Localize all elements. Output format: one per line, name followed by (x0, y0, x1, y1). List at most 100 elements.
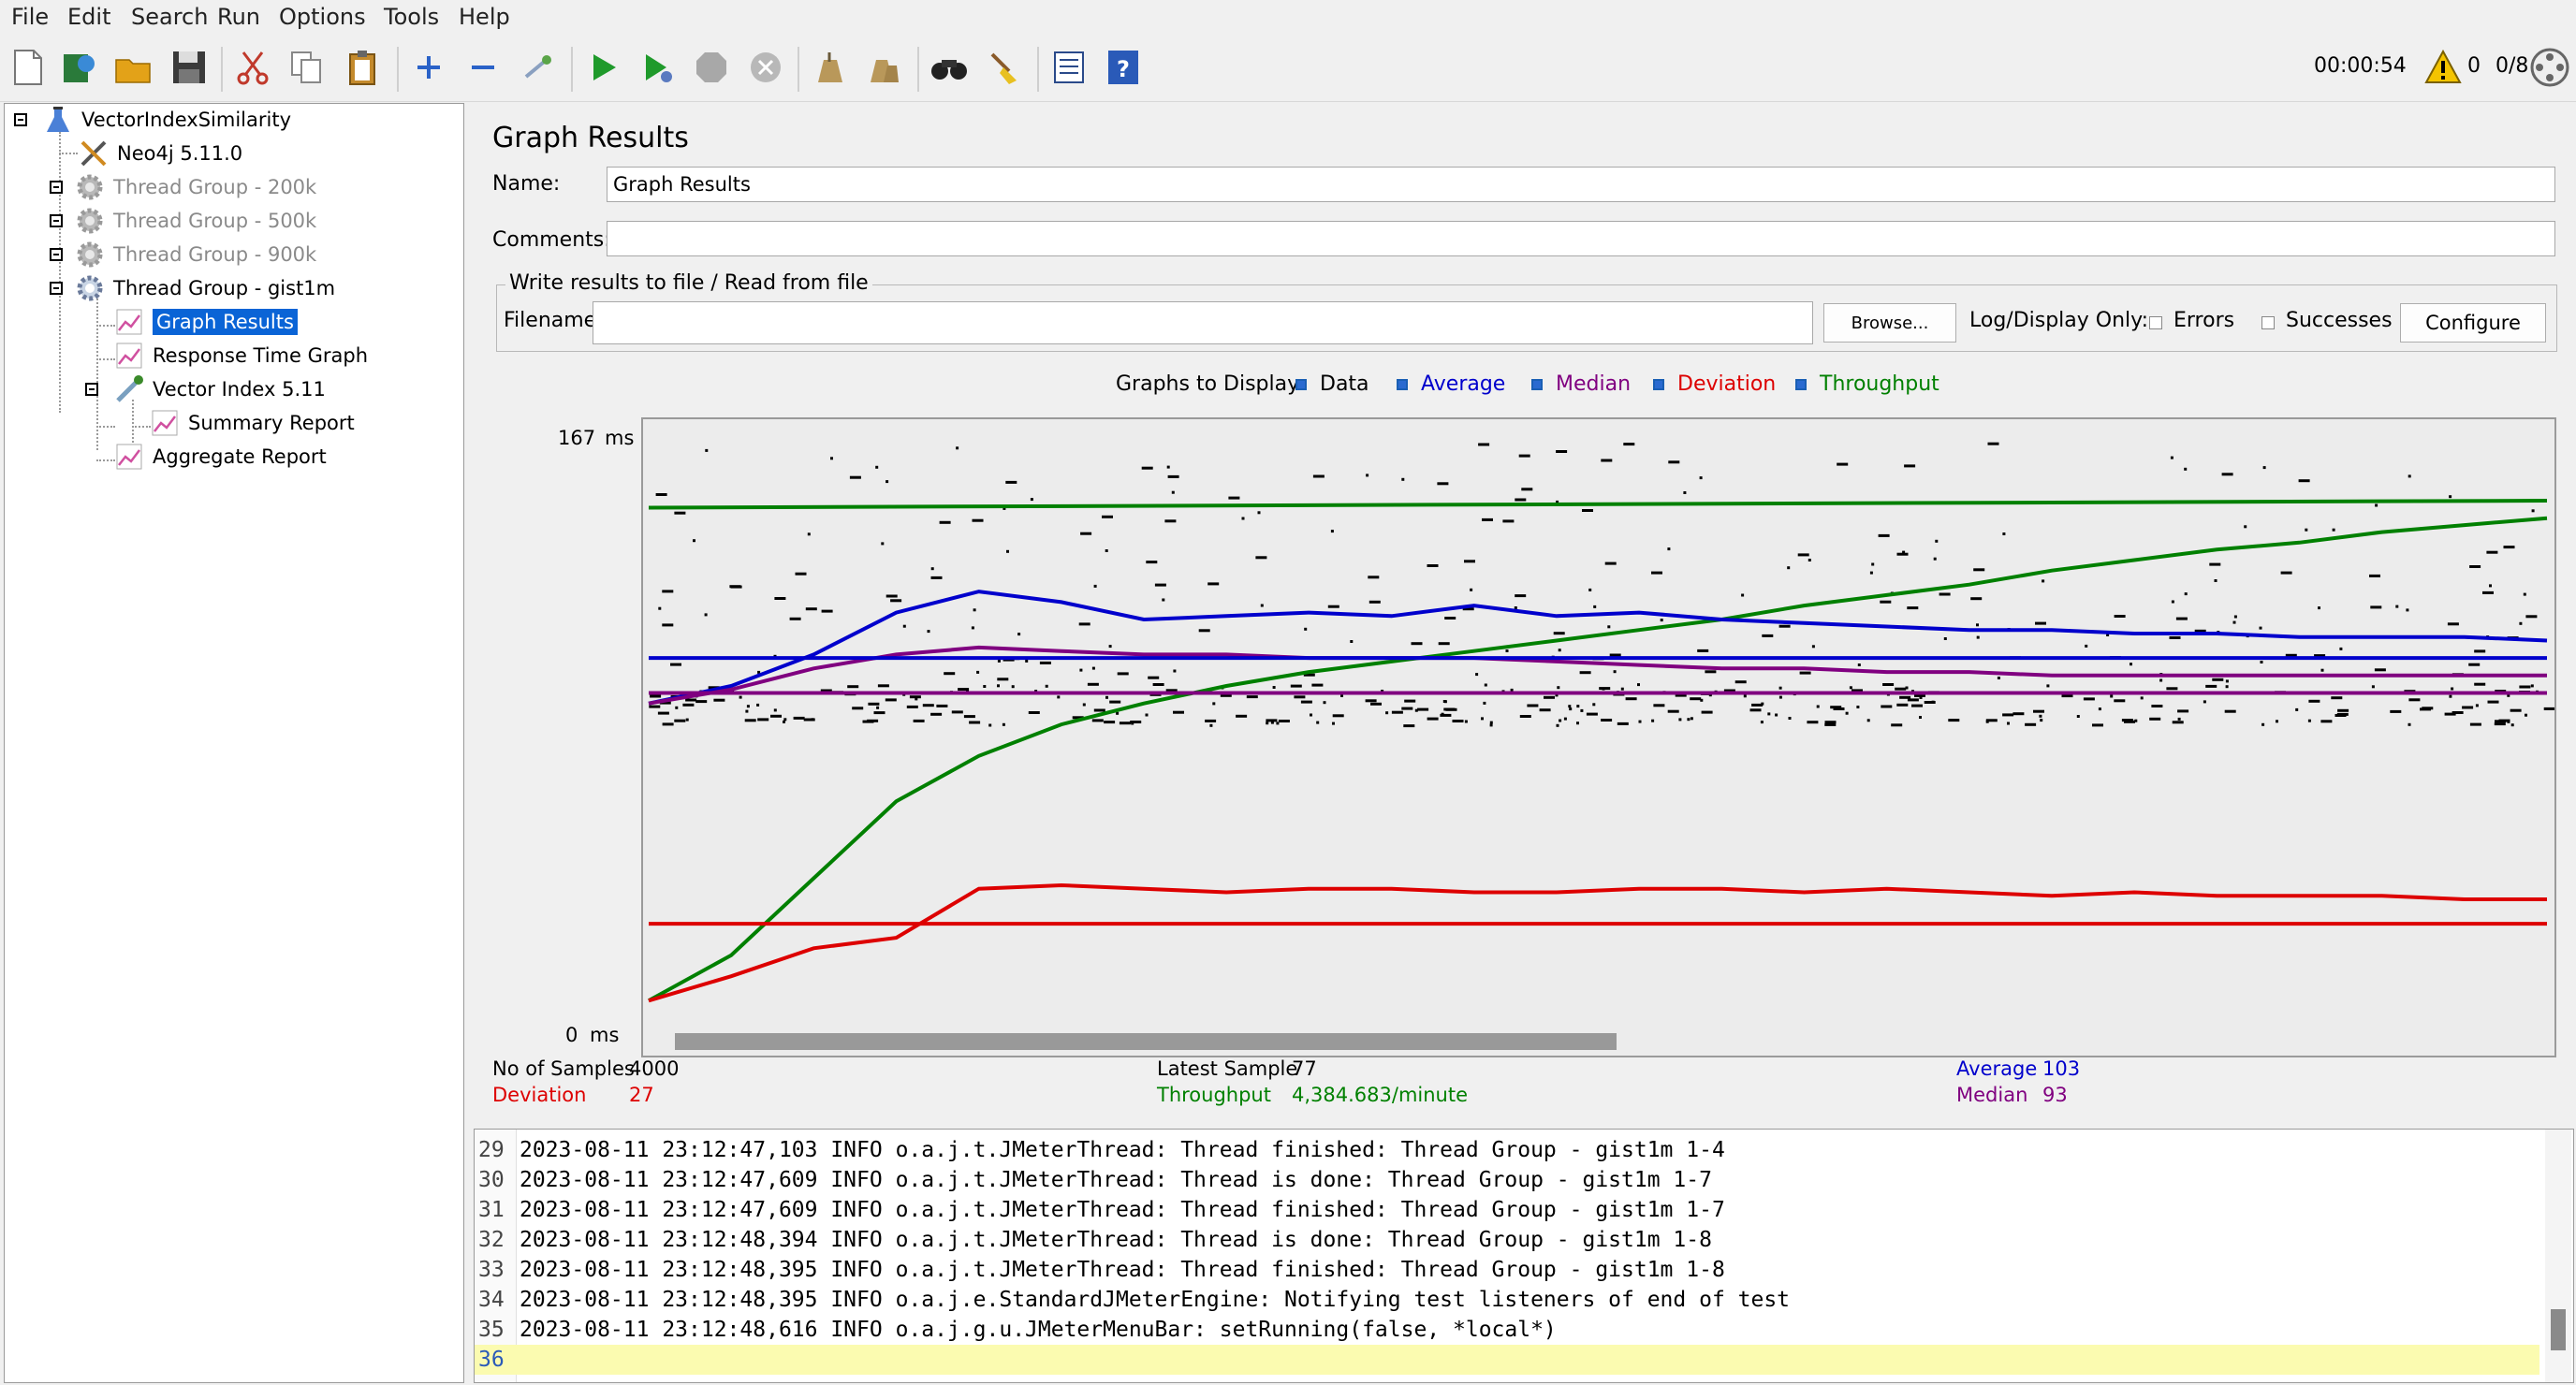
data-sample-point (1310, 713, 1312, 717)
data-sample-point (847, 685, 859, 689)
data-sample-point (973, 608, 976, 612)
data-sample-point (1370, 702, 1382, 706)
help-icon[interactable]: ? (1103, 47, 1144, 88)
tree-item-aggregate-report[interactable]: Aggregate Report (113, 441, 327, 473)
save-icon[interactable] (168, 47, 210, 88)
data-sample-point (2332, 528, 2335, 532)
data-sample-point (1919, 716, 1922, 719)
clear-icon[interactable] (809, 47, 850, 88)
data-sample-point (2203, 700, 2206, 704)
data-sample-point (1093, 584, 1097, 588)
menu-help[interactable]: Help (459, 4, 510, 30)
log-scrollbar-thumb[interactable] (2551, 1309, 2566, 1350)
tree-item-thread-group-200k[interactable]: Thread Group - 200k (74, 171, 316, 203)
data-sample-point (1907, 698, 1919, 702)
graph-scrollbar-thumb[interactable] (675, 1033, 1617, 1050)
open-folder-icon[interactable] (112, 47, 154, 88)
configure-button[interactable]: Configure (2400, 303, 2546, 343)
data-sample-point (1401, 707, 1413, 710)
tree-item-label: Summary Report (188, 412, 355, 434)
data-sample-point (1787, 566, 1791, 570)
data-sample-point (2221, 473, 2233, 476)
browse-button[interactable]: Browse... (1823, 303, 1956, 343)
data-sample-point (674, 511, 686, 515)
tree-item-vector-index[interactable]: Vector Index 5.11 (113, 373, 326, 405)
new-icon[interactable] (7, 47, 49, 88)
legend-throughput-checkbox[interactable]: Throughput (1795, 372, 1939, 396)
name-input[interactable] (607, 167, 2555, 202)
data-sample-point (1427, 564, 1439, 567)
data-sample-point (1973, 568, 1985, 572)
tree-item-response-time-graph[interactable]: Response Time Graph (113, 340, 368, 372)
paste-icon[interactable] (343, 47, 384, 88)
data-sample-point (1761, 702, 1764, 706)
tree-item-summary-report[interactable]: Summary Report (149, 407, 355, 439)
log-viewer[interactable]: 29 2023-08-11 23:12:47,103 INFO o.a.j.t.J… (474, 1129, 2574, 1383)
log-scrollbar[interactable] (2545, 1130, 2571, 1382)
collapse-toggle[interactable] (85, 383, 98, 396)
data-sample-point (1173, 710, 1184, 714)
templates-icon[interactable] (58, 47, 99, 88)
data-sample-point (2140, 696, 2144, 700)
comments-input[interactable] (607, 221, 2555, 256)
collapse-toggle[interactable] (50, 282, 63, 295)
menu-edit[interactable]: Edit (67, 4, 110, 30)
cut-icon[interactable] (232, 47, 273, 88)
data-sample-point (1907, 606, 1919, 610)
menu-tools[interactable]: Tools (384, 4, 439, 30)
toggle-icon[interactable] (517, 47, 558, 88)
start-no-pauses-icon[interactable] (637, 47, 678, 88)
tree-item-graph-results[interactable]: Graph Results (113, 306, 298, 338)
splitter-arrows-icon[interactable] (476, 1119, 504, 1135)
search-icon[interactable] (929, 47, 970, 88)
data-sample-point (1502, 519, 1515, 523)
data-sample-point (1637, 683, 1640, 687)
reset-search-icon[interactable] (983, 47, 1024, 88)
menu-options[interactable]: Options (279, 4, 366, 30)
data-sample-point (1601, 719, 1613, 722)
data-sample-point (1368, 576, 1380, 579)
collapse-toggle[interactable] (50, 248, 63, 261)
tree-item-thread-group-500k[interactable]: Thread Group - 500k (74, 205, 316, 237)
legend-data-checkbox[interactable]: Data (1295, 372, 1369, 396)
errors-checkbox[interactable] (2149, 316, 2162, 329)
log-line-number: 33 (478, 1258, 505, 1282)
data-sample-point (1208, 582, 1220, 586)
tree-item-thread-group-gist1m[interactable]: Thread Group - gist1m (74, 272, 335, 304)
successes-checkbox[interactable] (2261, 316, 2275, 329)
expand-icon[interactable] (408, 47, 449, 88)
data-sample-point (1895, 687, 1907, 691)
legend-deviation-checkbox[interactable]: Deviation (1653, 372, 1776, 396)
clear-all-icon[interactable] (863, 47, 904, 88)
warning-icon[interactable] (2424, 49, 2462, 86)
shutdown-icon[interactable] (745, 47, 786, 88)
data-sample-point (2007, 722, 2010, 725)
menu-search[interactable]: Search (131, 4, 208, 30)
data-sample-point (1002, 722, 1005, 726)
tree-item-test-plan[interactable]: VectorIndexSimilarity (42, 104, 291, 136)
filename-input[interactable] (593, 301, 1813, 344)
legend-median-checkbox[interactable]: Median (1531, 372, 1631, 396)
data-sample-point (2371, 685, 2375, 689)
stop-icon[interactable] (691, 47, 732, 88)
data-sample-point (1899, 695, 1911, 699)
data-sample-point (1481, 717, 1484, 721)
legend-average-checkbox[interactable]: Average (1397, 372, 1505, 396)
collapse-toggle[interactable] (14, 113, 27, 126)
data-sample-point (2130, 663, 2132, 666)
function-helper-icon[interactable] (1048, 47, 1090, 88)
checkbox-checked-icon (1653, 378, 1664, 390)
copy-icon[interactable] (286, 47, 328, 88)
data-sample-point (662, 722, 674, 726)
tree-item-thread-group-900k[interactable]: Thread Group - 900k (74, 239, 316, 270)
data-sample-point (885, 698, 897, 702)
menu-file[interactable]: File (11, 4, 49, 30)
menu-run[interactable]: Run (217, 4, 260, 30)
tree-item-neo4j-config[interactable]: Neo4j 5.11.0 (78, 138, 242, 169)
collapse-icon[interactable] (462, 47, 504, 88)
collapse-toggle[interactable] (50, 181, 63, 194)
data-sample-point (1939, 592, 1951, 596)
start-icon[interactable] (582, 47, 623, 88)
data-sample-point (1006, 549, 1009, 553)
collapse-toggle[interactable] (50, 214, 63, 227)
